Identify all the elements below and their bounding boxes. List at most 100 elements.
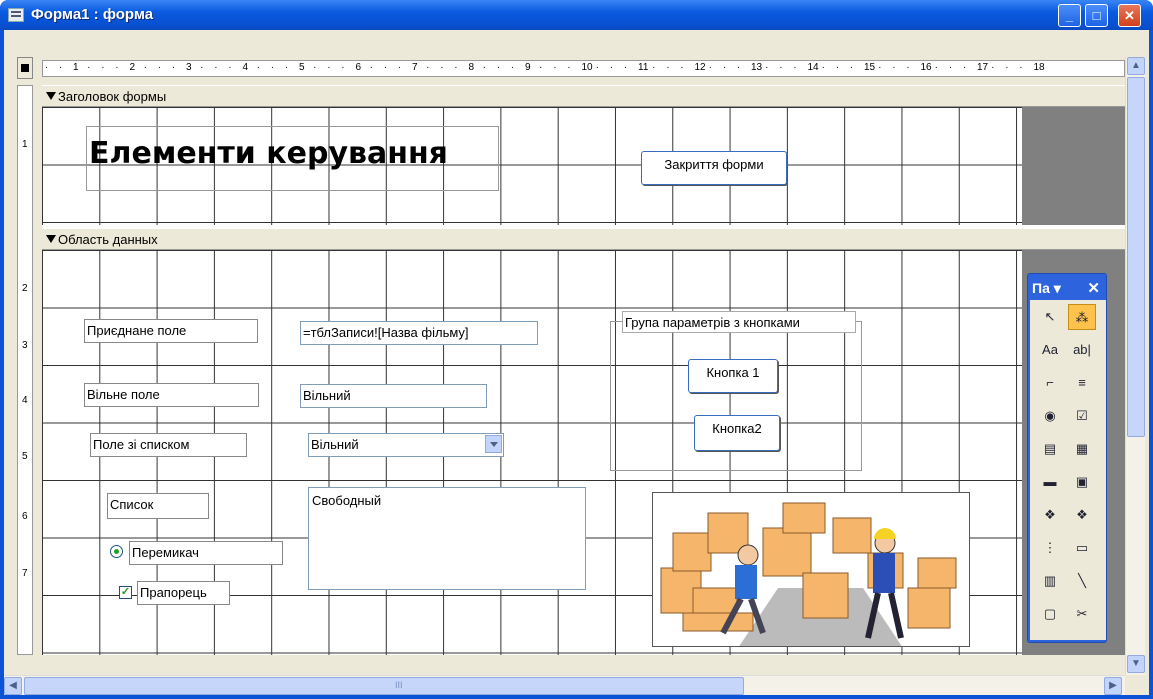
ruler-tick: · bbox=[440, 62, 444, 73]
ruler-tick: · bbox=[878, 62, 882, 73]
combo-label[interactable]: Поле зі списком bbox=[90, 433, 247, 457]
title-bar[interactable]: Форма1 : форма _ □ ✕ bbox=[0, 0, 1153, 30]
header-empty-area bbox=[1022, 107, 1125, 225]
horizontal-scrollbar[interactable]: ◀ III ▶ bbox=[4, 675, 1125, 695]
ruler-mark: 4 bbox=[242, 62, 249, 73]
page-break-icon[interactable]: ⋮ bbox=[1036, 535, 1064, 561]
ruler-mark: 6 bbox=[355, 62, 362, 73]
textbox-icon[interactable]: ab| bbox=[1068, 337, 1096, 363]
form-title[interactable]: Елементи керування bbox=[89, 136, 448, 171]
ruler-tick: · bbox=[284, 62, 289, 73]
ruler-mark: 7 bbox=[412, 62, 418, 73]
ruler-tick: · bbox=[849, 62, 854, 73]
list-label[interactable]: Список bbox=[107, 493, 209, 519]
ruler-tick: · bbox=[539, 62, 543, 73]
scroll-grip: III bbox=[395, 680, 403, 690]
checkbox-icon[interactable]: ☑ bbox=[1068, 403, 1096, 429]
combobox-icon[interactable]: ▤ bbox=[1036, 436, 1064, 462]
ruler-tick: · bbox=[256, 62, 260, 73]
ruler-tick: · bbox=[214, 62, 218, 73]
subform-icon[interactable]: ▥ bbox=[1036, 568, 1064, 594]
line-icon[interactable]: ╲ bbox=[1068, 568, 1096, 594]
ruler-mark: 5 bbox=[22, 451, 28, 462]
more-controls-icon[interactable]: ✂ bbox=[1068, 601, 1096, 627]
rectangle-icon[interactable]: ▢ bbox=[1036, 601, 1064, 627]
option-group-icon[interactable]: ⌐ bbox=[1036, 370, 1064, 396]
section-arrow-icon bbox=[46, 235, 56, 243]
ruler-tick: · bbox=[962, 62, 967, 73]
ruler-tick: · bbox=[228, 62, 232, 73]
option-group-label[interactable]: Група параметрів з кнопками bbox=[622, 311, 856, 333]
ruler-mark: 4 bbox=[22, 395, 28, 406]
toolbox-close-icon[interactable]: ✕ bbox=[1087, 279, 1100, 297]
free-field-textbox[interactable]: Вільний bbox=[300, 384, 487, 408]
radio-label[interactable]: Перемикач bbox=[129, 541, 283, 565]
horizontal-ruler[interactable]: 1 · · · 2 · · · 3 · · · 4 · · · 5 · · · 6 · · · 7 · · · 8 · · · 9 · · · 10 · ·… bbox=[42, 60, 1125, 77]
toolbox-tools: ↖ ⁂ Aa ab| ⌐ ≡ ◉ ☑ ▤ ▦ ▬ ▣ ❖ ❖ ⋮ ▭ ▥ ╲ ▢ ✂ bbox=[1030, 300, 1106, 640]
detail-section-bar[interactable]: Область данных bbox=[42, 228, 1125, 250]
tab-control-icon[interactable]: ▭ bbox=[1068, 535, 1096, 561]
ruler-mark: 2 bbox=[22, 283, 28, 294]
ruler-mark: 2 bbox=[129, 62, 136, 73]
ruler-tick: · bbox=[821, 62, 825, 73]
list-box[interactable]: Свободный bbox=[308, 487, 586, 590]
pointer-icon[interactable]: ↖ bbox=[1036, 304, 1064, 330]
wizard-icon[interactable]: ⁂ bbox=[1068, 304, 1096, 330]
unbound-object-icon[interactable]: ❖ bbox=[1036, 502, 1064, 528]
ruler-mark: 8 bbox=[468, 62, 475, 73]
chevron-down-icon[interactable] bbox=[485, 435, 502, 453]
ruler-mark: 15 bbox=[864, 62, 876, 73]
ruler-tick: · bbox=[736, 62, 741, 73]
ruler-tick: · bbox=[426, 62, 430, 73]
horizontal-scroll-thumb[interactable]: III bbox=[24, 677, 744, 695]
vertical-scrollbar[interactable]: ▲ ▼ bbox=[1125, 57, 1145, 675]
ruler-tick: · bbox=[652, 62, 656, 73]
image-control[interactable] bbox=[652, 492, 970, 647]
ruler-tick: · bbox=[948, 62, 953, 73]
window-title: Форма1 : форма bbox=[31, 6, 154, 23]
listbox-icon[interactable]: ▦ bbox=[1068, 436, 1096, 462]
scroll-left-button[interactable]: ◀ bbox=[4, 677, 22, 695]
form-header-bar[interactable]: Заголовок формы bbox=[42, 85, 1125, 107]
ruler-tick: · bbox=[87, 62, 91, 73]
ruler-tick: · bbox=[313, 62, 317, 73]
toolbox-panel[interactable]: Па ▾ ✕ ↖ ⁂ Aa ab| ⌐ ≡ ◉ ☑ ▤ ▦ ▬ ▣ ❖ ❖ ⋮ ▭ ▥ ╲ ▢ ✂ bbox=[1027, 273, 1107, 643]
ruler-mark: 14 bbox=[807, 62, 819, 73]
close-form-button[interactable]: Закриття форми bbox=[641, 151, 787, 185]
ruler-mark: 10 bbox=[581, 62, 593, 73]
scroll-down-button[interactable]: ▼ bbox=[1127, 655, 1145, 673]
checkbox-icon[interactable]: ✓ bbox=[119, 586, 132, 599]
checkbox-label[interactable]: Прапорець bbox=[137, 581, 230, 605]
bound-field-textbox[interactable]: =тблЗаписи![Назва фільму] bbox=[300, 321, 538, 345]
label-icon[interactable]: Aa bbox=[1036, 337, 1064, 363]
bound-field-label[interactable]: Приєднане поле bbox=[84, 319, 258, 343]
combo-value: Вільний bbox=[311, 437, 359, 452]
ruler-tick: · bbox=[892, 62, 896, 73]
toolbox-title[interactable]: Па ▾ bbox=[1032, 280, 1061, 297]
free-field-label[interactable]: Вільне поле bbox=[84, 383, 259, 407]
vertical-ruler[interactable]: 1 2 3 4 5 6 7 bbox=[17, 85, 33, 655]
button-icon[interactable]: ▬ bbox=[1036, 469, 1064, 495]
ruler-tick: · bbox=[779, 62, 783, 73]
combo-box[interactable]: Вільний bbox=[308, 433, 504, 457]
ruler-tick: · bbox=[397, 62, 402, 73]
bound-object-icon[interactable]: ❖ bbox=[1068, 502, 1096, 528]
scroll-right-button[interactable]: ▶ bbox=[1104, 677, 1122, 695]
vertical-scroll-thumb[interactable] bbox=[1127, 77, 1145, 437]
close-button[interactable]: ✕ bbox=[1118, 4, 1141, 27]
ruler-tick: · bbox=[157, 62, 162, 73]
minimize-button[interactable]: _ bbox=[1058, 4, 1081, 27]
image-icon[interactable]: ▣ bbox=[1068, 469, 1096, 495]
ruler-tick: · bbox=[496, 62, 501, 73]
toggle-icon[interactable]: ≡ bbox=[1068, 370, 1096, 396]
ruler-tick: · bbox=[934, 62, 938, 73]
radio-button-icon[interactable] bbox=[110, 545, 123, 558]
ruler-tick: · bbox=[101, 62, 105, 73]
select-form-button[interactable] bbox=[17, 57, 33, 79]
ruler-mark: 3 bbox=[22, 340, 28, 351]
button-2[interactable]: Кнопка2 bbox=[694, 415, 780, 451]
scroll-up-button[interactable]: ▲ bbox=[1127, 57, 1145, 75]
maximize-button[interactable]: □ bbox=[1085, 4, 1108, 27]
button-1[interactable]: Кнопка 1 bbox=[688, 359, 778, 393]
option-icon[interactable]: ◉ bbox=[1036, 403, 1064, 429]
